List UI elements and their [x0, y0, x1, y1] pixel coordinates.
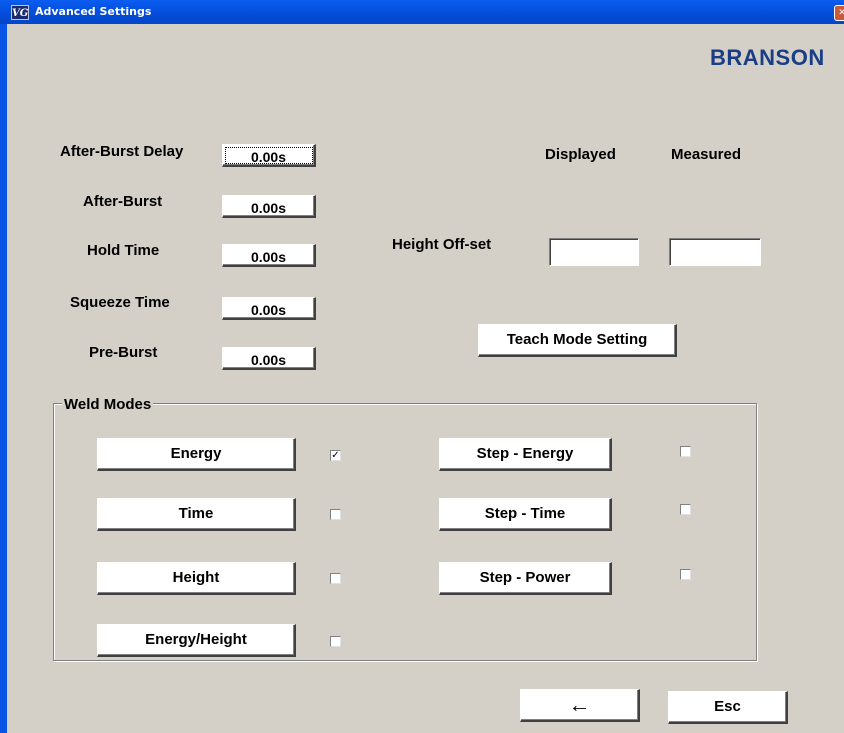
step-power-mode-checkbox[interactable]: [680, 569, 691, 580]
after-burst-delay-field[interactable]: 0.00s: [222, 144, 316, 167]
height-offset-measured-field[interactable]: [669, 238, 761, 266]
after-burst-field[interactable]: 0.00s: [222, 195, 316, 218]
close-icon[interactable]: ✕: [834, 5, 844, 21]
height-mode-button[interactable]: Height: [97, 562, 296, 595]
step-energy-mode-button[interactable]: Step - Energy: [439, 438, 612, 471]
pre-burst-label: Pre-Burst: [89, 344, 158, 361]
time-mode-checkbox[interactable]: [330, 509, 341, 520]
branson-logo: BRANSON: [710, 45, 825, 70]
window-title: Advanced Settings: [35, 5, 152, 18]
hold-time-field[interactable]: 0.00s: [222, 244, 316, 267]
measured-header: Measured: [671, 146, 742, 163]
after-burst-delay-label: After-Burst Delay: [60, 143, 184, 160]
time-mode-button[interactable]: Time: [97, 498, 296, 531]
enter-arrow-icon: ←: [568, 692, 591, 717]
step-energy-mode-checkbox[interactable]: [680, 446, 691, 457]
step-power-mode-button[interactable]: Step - Power: [439, 562, 612, 595]
energy-mode-button[interactable]: Energy: [97, 438, 296, 471]
step-time-mode-button[interactable]: Step - Time: [439, 498, 612, 531]
squeeze-time-label: Squeeze Time: [70, 294, 170, 311]
teach-mode-setting-button[interactable]: Teach Mode Setting: [478, 324, 677, 357]
after-burst-label: After-Burst: [83, 193, 163, 210]
title-bar: VG Advanced Settings ✕: [0, 0, 844, 24]
weld-modes-title: Weld Modes: [62, 396, 154, 413]
pre-burst-field[interactable]: 0.00s: [222, 347, 316, 370]
energy-mode-checkbox[interactable]: ✓: [330, 450, 341, 461]
squeeze-time-field[interactable]: 0.00s: [222, 297, 316, 320]
app-icon: VG: [11, 5, 29, 20]
esc-button[interactable]: Esc: [668, 691, 788, 724]
energy-height-mode-button[interactable]: Energy/Height: [97, 624, 296, 657]
hold-time-label: Hold Time: [87, 242, 160, 259]
displayed-header: Displayed: [545, 146, 616, 163]
window-frame: [0, 24, 7, 733]
height-offset-label: Height Off-set: [392, 236, 492, 253]
enter-button[interactable]: ←: [520, 689, 640, 722]
height-offset-displayed-field[interactable]: [549, 238, 639, 266]
step-time-mode-checkbox[interactable]: [680, 504, 691, 515]
energy-height-mode-checkbox[interactable]: [330, 636, 341, 647]
height-mode-checkbox[interactable]: [330, 573, 341, 584]
